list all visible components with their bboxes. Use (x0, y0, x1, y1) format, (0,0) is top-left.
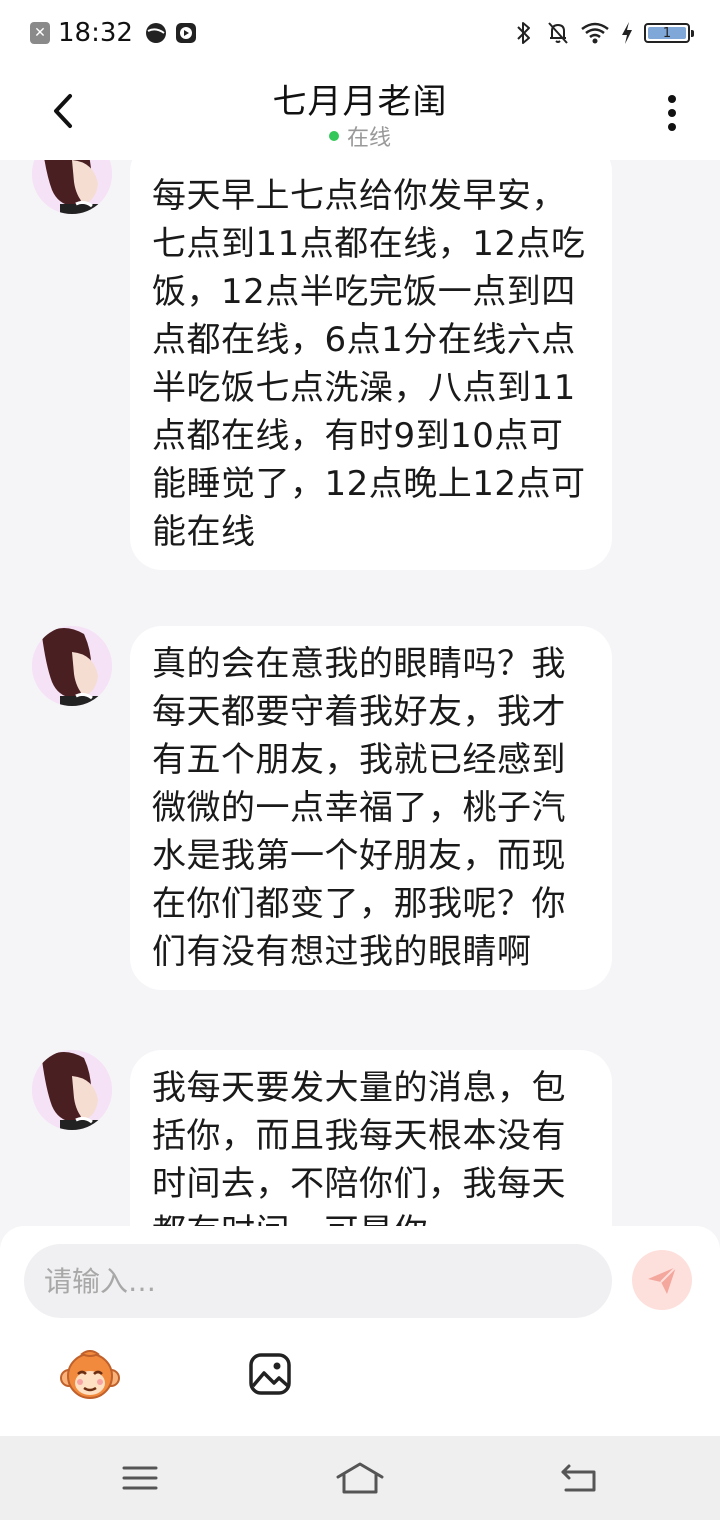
nav-back-button[interactable] (552, 1452, 608, 1504)
online-status: 在线 (0, 120, 720, 152)
chat-header: 七月月老闺 在线 (0, 66, 720, 160)
monkey-emoji-icon (60, 1350, 120, 1399)
image-icon (249, 1353, 291, 1395)
back-icon (561, 1464, 596, 1492)
send-button[interactable] (632, 1250, 692, 1310)
paper-plane-icon (648, 1266, 677, 1294)
ball-icon (145, 22, 167, 44)
composer (0, 1226, 720, 1436)
play-box-icon (175, 22, 197, 44)
nav-menu-button[interactable] (112, 1452, 168, 1504)
online-dot-icon (328, 131, 339, 141)
close-box-icon: ✕ (30, 22, 50, 44)
image-button[interactable] (242, 1346, 298, 1402)
battery-level: 1 (662, 25, 672, 41)
status-bar: ✕ 18:32 1 (0, 0, 720, 66)
chat-title: 七月月老闺 (272, 82, 448, 122)
avatar[interactable] (32, 160, 112, 214)
wifi-icon (580, 20, 610, 46)
home-icon (336, 1462, 384, 1494)
status-left: ✕ 18:32 (30, 18, 197, 48)
status-right: 1 (512, 18, 694, 48)
message-bubble[interactable]: 每天早上七点给你发早安，七点到11点都在线，12点吃饭，12点半吃完饭一点到四点… (130, 160, 612, 570)
bell-muted-icon (546, 20, 570, 46)
more-options-button[interactable] (652, 90, 692, 136)
chat-message-list[interactable]: 每天早上七点给你发早安，七点到11点都在线，12点吃饭，12点半吃完饭一点到四点… (0, 160, 720, 1226)
message-bubble[interactable]: 真的会在意我的眼睛吗？我每天都要守着我好友，我才有五个朋友，我就已经感到微微的一… (130, 626, 612, 990)
more-vertical-icon (668, 95, 676, 131)
emoji-button[interactable] (58, 1344, 122, 1408)
bluetooth-icon (512, 20, 536, 46)
avatar[interactable] (32, 1050, 112, 1130)
charging-bolt-icon (620, 20, 634, 46)
avatar[interactable] (32, 626, 112, 706)
status-time: 18:32 (58, 18, 133, 48)
menu-icon (122, 1466, 158, 1490)
nav-home-button[interactable] (332, 1452, 388, 1504)
message-bubble[interactable]: 我每天要发大量的消息，包括你，而且我每天根本没有时间去，不陪你们，我每天都有时间… (130, 1050, 612, 1226)
system-nav-bar (0, 1436, 720, 1520)
battery-icon: 1 (644, 23, 694, 43)
message-input[interactable] (24, 1244, 612, 1318)
online-status-text: 在线 (346, 126, 391, 151)
